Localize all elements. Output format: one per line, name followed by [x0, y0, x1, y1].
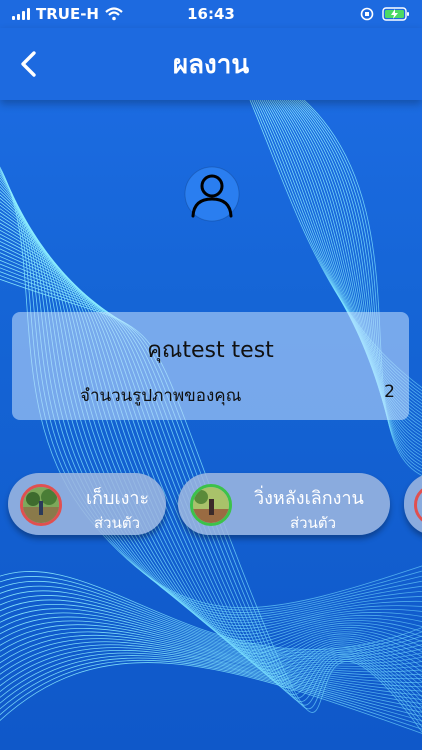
photo-thumbnail-icon: [193, 487, 229, 523]
work-type: ส่วนตัว: [94, 514, 140, 532]
work-thumbnail: [414, 484, 422, 526]
work-thumbnail: [20, 484, 62, 526]
work-chip[interactable]: วิ่งหลังเลิกงาน ส่วนตัว: [178, 473, 390, 535]
user-icon: [184, 166, 240, 222]
chevron-left-icon: [21, 51, 36, 77]
profile-name: คุณtest test: [147, 338, 274, 363]
navigation-bar: ผลงาน: [0, 28, 422, 100]
page-title: ผลงาน: [172, 49, 250, 80]
works-carousel[interactable]: เก็บเงาะ ส่วนตัว วิ่งหลังเลิกงาน ส่วนตัว: [0, 473, 422, 543]
photo-count-value: 2: [384, 382, 395, 402]
photo-count-label: จำนวนรูปภาพของคุณ: [80, 386, 242, 406]
profile-summary-card: คุณtest test จำนวนรูปภาพของคุณ 2: [12, 312, 409, 420]
status-time: 16:43: [187, 5, 235, 23]
work-title: วิ่งหลังเลิกงาน: [254, 488, 364, 509]
work-title: เก็บเงาะ: [86, 488, 150, 509]
avatar: [184, 166, 240, 222]
status-bar: TRUE-H 16:43: [0, 0, 422, 28]
work-type: ส่วนตัว: [290, 514, 336, 532]
work-chip-partial[interactable]: [404, 473, 422, 535]
app-screen: TRUE-H 16:43 ผลงาน คุณtest test จำนวนรูป…: [0, 0, 422, 750]
photo-thumbnail-icon: [23, 487, 59, 523]
work-thumbnail: [190, 484, 232, 526]
back-button[interactable]: [14, 48, 46, 80]
work-chip[interactable]: เก็บเงาะ ส่วนตัว: [8, 473, 166, 535]
